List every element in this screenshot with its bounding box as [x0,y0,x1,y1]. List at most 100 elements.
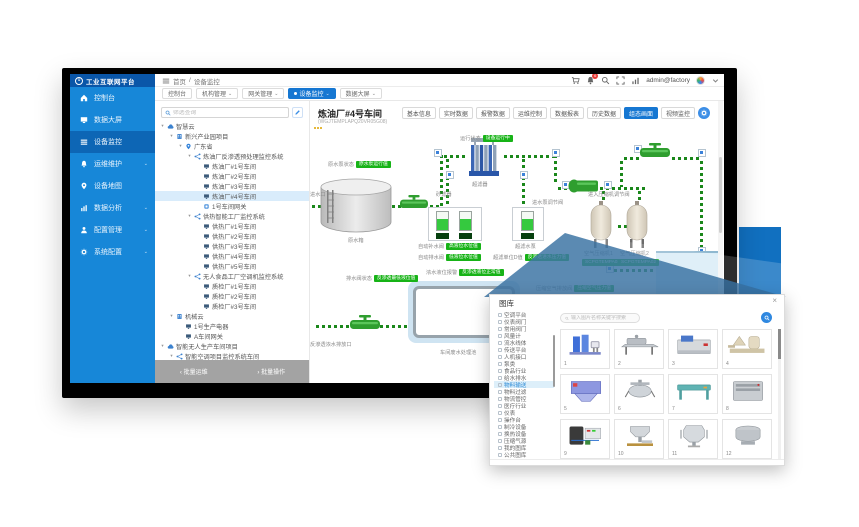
tree-node[interactable]: ▾广东省 [155,141,310,151]
gallery-item-6[interactable]: 6 [614,374,664,414]
sidebar-item-7[interactable]: 配置管理⌄ [70,219,155,241]
gallery-search-input[interactable] [571,315,635,321]
gallery-item-12[interactable]: 12 [722,419,772,459]
canvas-view-buttons: 基本信息实时数据报警数据运维控制数据报表历史数据组态画面视频监控 [402,107,710,119]
tree-node[interactable]: 供热厂#3号车间 [155,241,310,251]
gallery-item-2[interactable]: 2 [614,329,664,369]
tab-3[interactable]: 网关管理⌄ [242,88,284,99]
avatar[interactable] [696,76,705,85]
signal-icon[interactable] [631,76,640,85]
tab-5[interactable]: 数据大屏⌄ [340,88,382,99]
folder-icon [498,390,502,394]
tree-node[interactable]: ▾智能空调项目监控系统车间 [155,351,310,360]
tree-node[interactable]: 质检厂#2号车间 [155,291,310,301]
canvas-settings-button[interactable] [698,107,710,119]
list-icon [80,138,88,146]
sidebar-item-8[interactable]: 系统配置⌄ [70,241,155,263]
gallery-item-4[interactable]: 4 [722,329,772,369]
sidebar-item-2[interactable]: 数据大屏 [70,109,155,131]
tree-search-box[interactable] [161,107,289,118]
tree-node[interactable]: ▾智慧云 [155,121,310,131]
canvas-button-6[interactable]: 历史数据 [587,107,621,119]
gallery-category[interactable]: 公共图库 [494,451,554,458]
tree-node[interactable]: 炼油厂#4号车间 [155,191,310,201]
gallery-search-button[interactable] [761,312,772,323]
notification-bell-icon[interactable]: 6 [586,76,595,85]
sidebar-item-1[interactable]: 控制台 [70,87,155,109]
gallery-item-5[interactable]: 5 [560,374,610,414]
tree-node[interactable]: 质检厂#3号车间 [155,301,310,311]
batch-right-button[interactable]: › 批量操作 [233,360,311,383]
gallery-item-1[interactable]: 1 [560,329,610,369]
drain-valve [350,315,380,331]
gallery-item-10[interactable]: 10 [614,419,664,459]
gallery-category[interactable]: 常用阀门 [494,325,554,332]
canvas-button-3[interactable]: 报警数据 [476,107,510,119]
tree-edit-button[interactable] [292,107,303,118]
sidebar-item-4[interactable]: 运维维护⌄ [70,153,155,175]
canvas-button-8[interactable]: 视频监控 [661,107,695,119]
tree-node[interactable]: 1号车间网关 [155,201,310,211]
org-icon [176,133,183,140]
batch-left-button[interactable]: ‹ 批量运维 [155,360,233,383]
sidebar-item-6[interactable]: 数据分析⌄ [70,197,155,219]
tree-node[interactable]: ▾无人食品工厂空调机监控系统 [155,271,310,281]
gallery-header: 图库 × [490,295,784,309]
gallery-category[interactable]: 医疗行业 [494,402,554,409]
chevron-down-icon[interactable] [711,76,720,85]
pipe [444,155,468,158]
user-account[interactable]: admin@factory [646,77,690,84]
tree-node[interactable]: 炼油厂#2号车间 [155,171,310,181]
tree-node[interactable]: ▾机械云 [155,311,310,321]
tree-search-input[interactable] [173,110,273,116]
breadcrumb-home[interactable]: 首页 [173,76,186,86]
tree-node[interactable]: 供热厂#5号车间 [155,261,310,271]
tree-node[interactable]: 炼油厂#1号车间 [155,161,310,171]
tree-node[interactable]: 供热厂#2号车间 [155,231,310,241]
sidebar-item-5[interactable]: 设备地图 [70,175,155,197]
tree-node[interactable]: 1号生产电器 [155,321,310,331]
canvas-button-4[interactable]: 运维控制 [513,107,547,119]
tree-node[interactable]: 供热厂#4号车间 [155,251,310,261]
close-icon[interactable]: × [772,297,777,305]
gallery-item-11[interactable]: 11 [668,419,718,459]
sensor-marker [552,149,560,157]
gallery-search-box[interactable] [560,313,640,323]
device-tree-panel: ▾智慧云▾新兴产业园项目▾广东省▾炼油厂反渗透预处理监控系统炼油厂#1号车间炼油… [155,101,310,383]
canvas-button-5[interactable]: 数据报表 [550,107,584,119]
canvas-button-2[interactable]: 实时数据 [439,107,473,119]
gallery-item-3[interactable]: 3 [668,329,718,369]
category-scrollbar[interactable] [553,335,555,387]
app-market-icon[interactable] [571,76,580,85]
gallery-scrollbar[interactable] [778,329,781,459]
diagram-annotation: 自动排水阀低液位水位值 [418,254,481,261]
menu-icon[interactable] [162,77,170,85]
tab-4[interactable]: 设备监控⌄ [288,88,335,99]
tree-node[interactable]: 炼油厂#3号车间 [155,181,310,191]
tree-node[interactable]: 质检厂#1号车间 [155,281,310,291]
sidebar-item-3[interactable]: 设备监控 [70,131,155,153]
gallery-category[interactable]: 人机接口 [494,353,554,360]
canvas-button-7[interactable]: 组态画面 [624,107,658,119]
share-icon [194,273,201,280]
gallery-item-7[interactable]: 7 [668,374,718,414]
tab-2[interactable]: 机构管理⌄ [196,88,238,99]
tree-node[interactable]: ▾智能无人生产车间项目 [155,341,310,351]
pin-icon [80,182,88,190]
gallery-item-9[interactable]: 9 [560,419,610,459]
separator-equipment-image [723,332,772,360]
fullscreen-icon[interactable] [616,76,625,85]
gallery-item-8[interactable]: 8 [722,374,772,414]
tree-node[interactable]: 供热厂#1号车间 [155,221,310,231]
tab-1[interactable]: 控制台 [162,88,192,99]
gallery-category[interactable]: 仪表 [494,409,554,416]
canvas-button-1[interactable]: 基本信息 [402,107,436,119]
tree-node[interactable]: ▾炼油厂反渗透预处理监控系统 [155,151,310,161]
cabinet-equipment-image [561,377,611,405]
tree-node[interactable]: A车间网关 [155,331,310,341]
folder-icon [498,313,502,317]
tree-node[interactable]: ▾供热智能工厂监控系统 [155,211,310,221]
diagram-annotation: 车间废水处理池 [440,349,476,356]
tree-node[interactable]: ▾新兴产业园项目 [155,131,310,141]
search-icon[interactable] [601,76,610,85]
